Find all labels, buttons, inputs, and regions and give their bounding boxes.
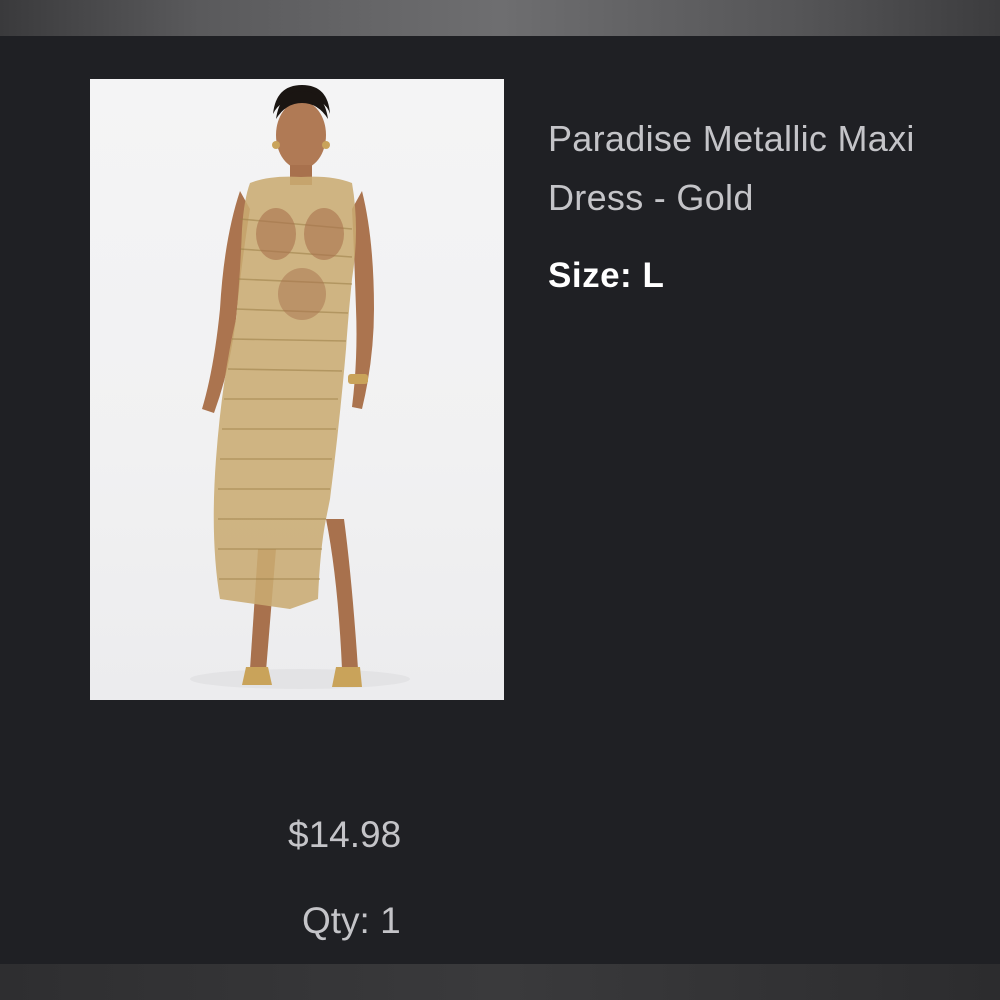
product-photo-illustration	[190, 85, 410, 689]
size-value: L	[642, 256, 665, 295]
bottom-bar	[0, 964, 1000, 1000]
size-label: Size:	[548, 256, 633, 295]
qty-value: 1	[380, 900, 401, 941]
qty-label: Qty:	[302, 900, 370, 941]
cart-item-card: Paradise Metallic Maxi Dress - Gold Size…	[0, 36, 1000, 964]
product-price: $14.98	[288, 814, 402, 855]
quantity[interactable]: Qty: 1	[302, 900, 401, 942]
product-image[interactable]	[90, 79, 504, 700]
product-size: Size: L	[548, 256, 664, 296]
top-status-bar	[0, 0, 1000, 36]
product-title[interactable]: Paradise Metallic Maxi Dress - Gold	[548, 109, 988, 227]
